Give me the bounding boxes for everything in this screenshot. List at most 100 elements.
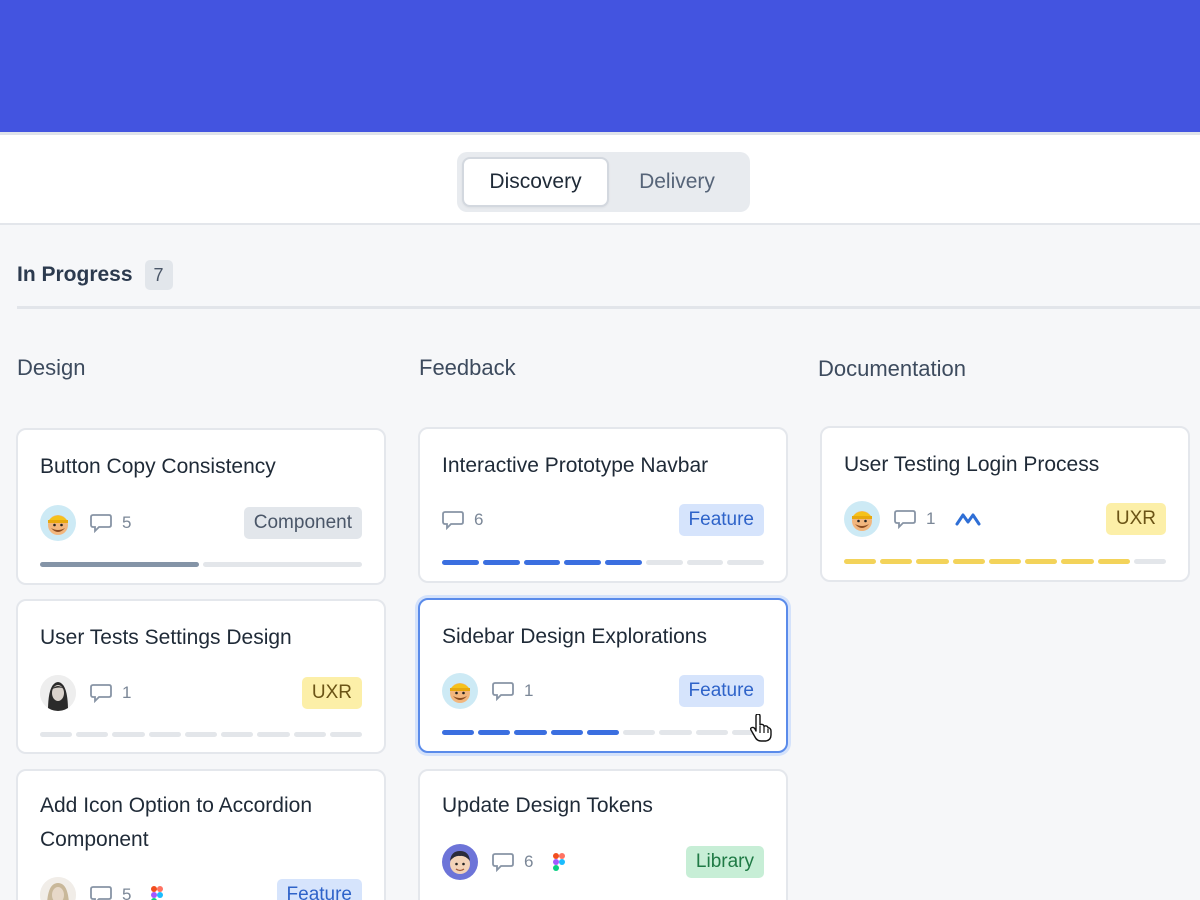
card-tag: Component [243,507,362,539]
card-tag: Feature [276,879,362,900]
task-card[interactable]: Interactive Prototype Navbar 6 Feature [418,427,788,583]
progress-segment [148,732,181,737]
progress-segment [40,562,199,567]
card-tag: Library [685,846,764,878]
tab-discovery[interactable]: Discovery [462,157,609,207]
progress-segment [523,560,561,565]
avatar[interactable] [442,673,478,709]
progress-segment [40,732,73,737]
progress-segment [727,560,764,565]
progress-segment [1061,559,1094,564]
progress-bar [40,562,362,567]
progress-segment [293,732,326,737]
view-switcher-bar: Discovery Delivery [0,132,1200,225]
task-card[interactable]: Add Icon Option to Accordion Component 5… [16,769,386,900]
comment-icon [90,886,112,900]
progress-segment [586,730,620,735]
progress-segment [605,560,642,565]
card-tag: UXR [1105,503,1166,535]
comment-icon [894,510,916,529]
progress-segment [442,730,475,735]
card-meta: 1 [844,500,981,538]
progress-bar [442,560,764,565]
avatar[interactable] [844,501,880,537]
avatar[interactable] [40,877,76,900]
column-title-documentation: Documentation [818,356,966,381]
card-title: User Testing Login Process [844,453,1100,476]
progress-segment [623,730,656,735]
comment-count[interactable]: 5 [90,513,131,533]
section-header: In Progress 7 [17,260,173,290]
comment-count[interactable]: 6 [492,852,533,872]
section-divider [17,306,1200,309]
comment-icon [90,684,112,703]
task-card[interactable]: Update Design Tokens 6 Library [418,769,788,900]
progress-segment [184,732,218,737]
progress-segment [550,730,583,735]
progress-bar [40,732,362,737]
comment-count[interactable]: 1 [894,509,935,529]
card-tag: UXR [301,677,362,709]
figma-icon [151,886,164,900]
card-title: Update Design Tokens [442,794,653,817]
maze-icon [955,511,981,527]
section-title: In Progress [17,263,133,286]
task-card[interactable]: User Testing Login Process 1 UXR [820,426,1190,582]
pointer-cursor-icon [749,713,772,747]
card-meta: 1 [40,674,131,712]
progress-segment [844,559,877,564]
column-title-design: Design [17,355,86,380]
progress-segment [1025,559,1058,564]
comment-count[interactable]: 5 [90,885,131,900]
progress-segment [482,560,520,565]
comment-count[interactable]: 1 [90,683,131,703]
column-title-feedback: Feedback [419,355,516,380]
avatar[interactable] [442,844,478,880]
progress-segment [686,560,724,565]
card-title: Button Copy Consistency [40,455,276,478]
card-tag: Feature [678,504,764,536]
progress-segment [880,559,913,564]
card-meta: 5 [40,504,131,542]
task-card-selected[interactable]: Sidebar Design Explorations 1 Feature [418,598,788,753]
progress-segment [514,730,547,735]
progress-segment [76,732,109,737]
progress-segment [659,730,692,735]
progress-segment [257,732,290,737]
progress-segment [952,559,985,564]
task-card[interactable]: Button Copy Consistency 5 Component [16,428,386,585]
comment-icon [90,514,112,533]
progress-segment [112,732,145,737]
card-meta: 6 [442,843,566,881]
progress-segment [329,732,362,737]
avatar[interactable] [40,505,76,541]
count-badge: 7 [144,260,173,290]
header-banner [0,0,1200,132]
card-meta: 1 [442,672,533,710]
progress-segment [478,730,511,735]
avatar[interactable] [40,675,76,711]
progress-segment [916,559,949,564]
view-segmented-control: Discovery Delivery [457,152,750,212]
progress-segment [564,560,601,565]
comment-icon [492,682,514,701]
card-title: User Tests Settings Design [40,626,292,649]
figma-icon [553,853,566,871]
comment-count[interactable]: 1 [492,681,533,701]
progress-segment [442,560,479,565]
progress-segment [1133,559,1166,564]
progress-segment [1097,559,1130,564]
card-title: Add Icon Option to Accordion Component [40,794,313,851]
card-tag: Feature [678,675,764,707]
comment-icon [492,853,514,872]
task-card[interactable]: User Tests Settings Design 1 UXR [16,599,386,754]
progress-segment [988,559,1022,564]
progress-segment [695,730,728,735]
progress-segment [203,562,362,567]
card-meta: 6 [442,501,483,539]
progress-segment [221,732,254,737]
progress-bar [442,730,764,735]
comment-count[interactable]: 6 [442,510,483,530]
card-title: Interactive Prototype Navbar [442,454,709,477]
tab-delivery[interactable]: Delivery [609,157,745,207]
